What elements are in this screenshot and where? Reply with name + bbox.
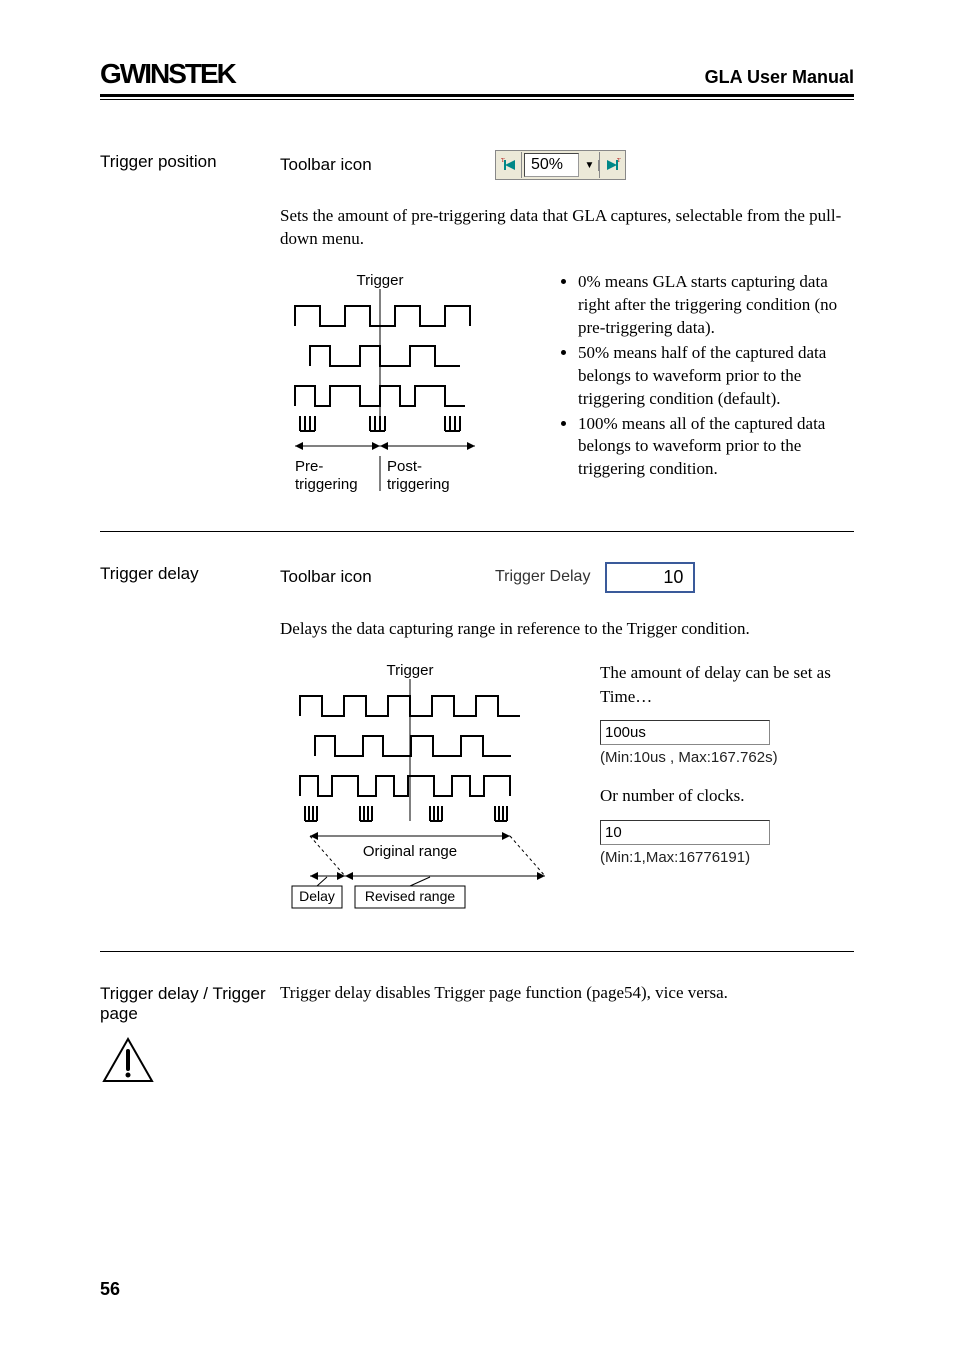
- divider: [100, 531, 854, 532]
- delay-time-text: The amount of delay can be set as Time…: [600, 661, 854, 709]
- svg-text:triggering: triggering: [387, 476, 450, 493]
- svg-text:T: T: [617, 158, 621, 164]
- delay-time-input[interactable]: 100us: [600, 720, 770, 745]
- delay-clock-hint: (Min:1,Max:16776191): [600, 847, 854, 868]
- trigger-pos-value[interactable]: 50%: [524, 153, 579, 177]
- delay-time-hint: (Min:10us , Max:167.762s): [600, 747, 854, 768]
- trigger-pos-left-icon[interactable]: T: [496, 152, 522, 178]
- svg-text:Pre-: Pre-: [295, 458, 323, 475]
- section-heading-trigger-position: Trigger position: [100, 150, 280, 501]
- delay-clocks-text: Or number of clocks.: [600, 784, 854, 808]
- trigger-delay-toolbar: Trigger Delay 10: [495, 562, 695, 593]
- trigger-position-toolbar[interactable]: T 50% ▼ T: [495, 150, 626, 180]
- trigger-pos-dropdown-icon[interactable]: ▼: [581, 160, 599, 171]
- toolbar-icon-label: Toolbar icon: [280, 155, 495, 175]
- svg-text:Delay: Delay: [299, 888, 335, 904]
- toolbar-icon-label: Toolbar icon: [280, 567, 495, 587]
- trigger-position-diagram: Trigger: [280, 271, 540, 501]
- diagram-trigger-label: Trigger: [357, 272, 404, 289]
- list-item: 50% means half of the captured data belo…: [578, 342, 854, 411]
- trigger-delay-description: Delays the data capturing range in refer…: [280, 618, 854, 641]
- divider: [100, 951, 854, 952]
- svg-text:Post-: Post-: [387, 458, 422, 475]
- svg-text:Original range: Original range: [363, 843, 457, 860]
- svg-text:Revised range: Revised range: [365, 888, 455, 904]
- trigger-position-description: Sets the amount of pre-triggering data t…: [280, 205, 854, 251]
- trigger-delay-label: Trigger Delay: [495, 568, 590, 586]
- page-number: 56: [100, 1279, 120, 1300]
- warning-icon: [100, 1035, 854, 1085]
- trigger-pos-right-icon[interactable]: T: [599, 152, 625, 178]
- list-item: 0% means GLA starts capturing data right…: [578, 271, 854, 340]
- section-heading-trigger-delay: Trigger delay: [100, 562, 280, 921]
- svg-text:Trigger: Trigger: [387, 662, 434, 679]
- brand-logo: GWINSTEK: [100, 58, 235, 90]
- section-heading-trigger-note: Trigger delay / Trigger page: [100, 982, 280, 1025]
- svg-text:triggering: triggering: [295, 476, 358, 493]
- delay-clock-input[interactable]: 10: [600, 820, 770, 845]
- trigger-delay-input[interactable]: 10: [605, 562, 695, 593]
- trigger-note-text: Trigger delay disables Trigger page func…: [280, 982, 854, 1005]
- trigger-position-bullets: 0% means GLA starts capturing data right…: [560, 271, 854, 501]
- trigger-delay-diagram: Trigger: [280, 661, 580, 921]
- list-item: 100% means all of the captured data belo…: [578, 413, 854, 482]
- manual-title: GLA User Manual: [705, 67, 854, 88]
